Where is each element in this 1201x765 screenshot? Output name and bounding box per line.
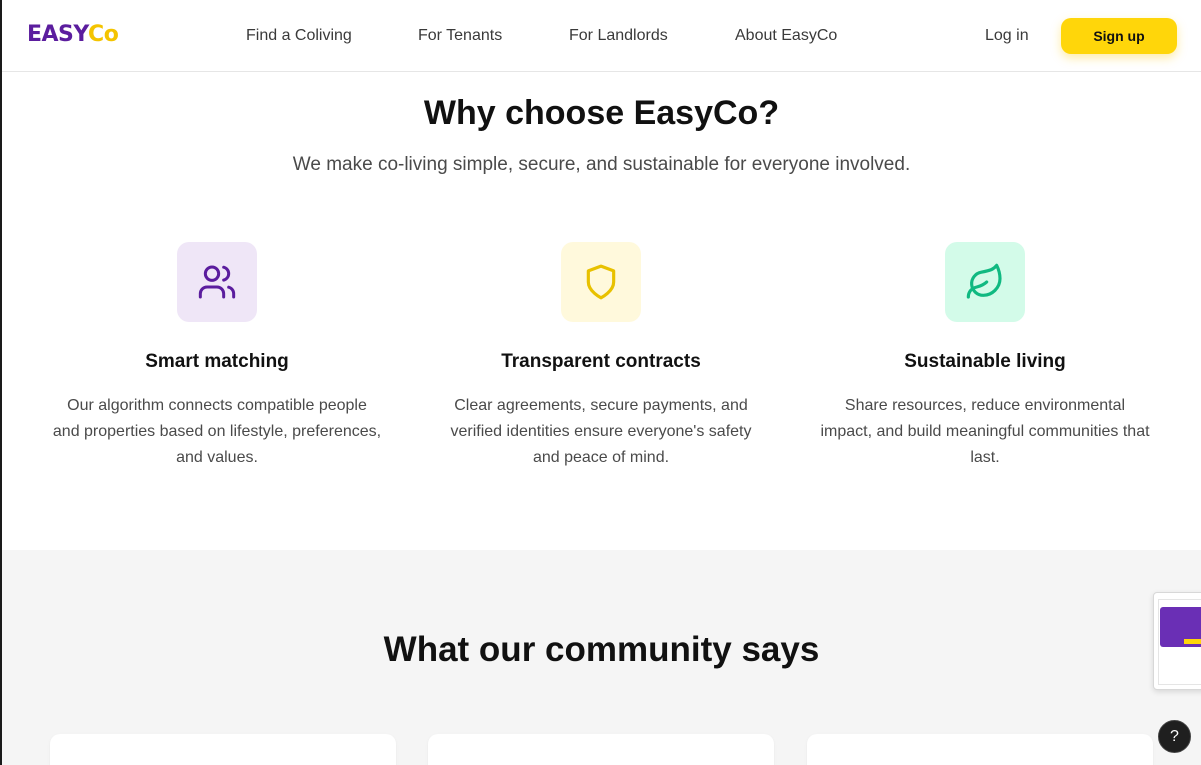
users-icon bbox=[177, 242, 257, 322]
feature-description: Share resources, reduce environmental im… bbox=[820, 397, 1150, 466]
nav-about[interactable]: About EasyCo bbox=[735, 27, 837, 45]
feature-title: Transparent contracts bbox=[501, 351, 701, 372]
why-section-subtitle: We make co-living simple, secure, and su… bbox=[292, 154, 911, 175]
top-navbar: EASYCo Find a Coliving For Tenants For L… bbox=[2, 0, 1201, 72]
leaf-icon bbox=[945, 242, 1025, 322]
nav-for-tenants[interactable]: For Tenants bbox=[418, 27, 502, 45]
help-button[interactable]: ? bbox=[1158, 720, 1191, 753]
testimonial-card bbox=[807, 734, 1153, 765]
feature-description: Our algorithm connects compatible people… bbox=[52, 397, 382, 466]
feature-sustainable-living: Sustainable living Share resources, redu… bbox=[820, 242, 1150, 471]
community-section: What our community says bbox=[2, 550, 1201, 765]
question-icon: ? bbox=[1170, 727, 1179, 745]
nav-for-landlords[interactable]: For Landlords bbox=[569, 27, 668, 45]
feature-description: Clear agreements, secure payments, and v… bbox=[450, 397, 752, 466]
preview-button bbox=[1184, 639, 1201, 644]
feature-title: Smart matching bbox=[145, 351, 289, 372]
feature-transparent-contracts: Transparent contracts Clear agreements, … bbox=[436, 242, 766, 471]
feature-title: Sustainable living bbox=[904, 351, 1066, 372]
why-section-title: Why choose EasyCo? bbox=[423, 94, 780, 132]
nav-find-coliving[interactable]: Find a Coliving bbox=[246, 27, 352, 45]
community-title: What our community says bbox=[383, 630, 820, 669]
feature-smart-matching: Smart matching Our algorithm connects co… bbox=[52, 242, 382, 471]
login-link[interactable]: Log in bbox=[985, 27, 1029, 45]
testimonial-card bbox=[50, 734, 396, 765]
page-preview-thumbnail[interactable] bbox=[1153, 592, 1201, 690]
testimonial-card bbox=[428, 734, 774, 765]
signup-button[interactable]: Sign up bbox=[1061, 18, 1177, 54]
shield-icon bbox=[561, 242, 641, 322]
